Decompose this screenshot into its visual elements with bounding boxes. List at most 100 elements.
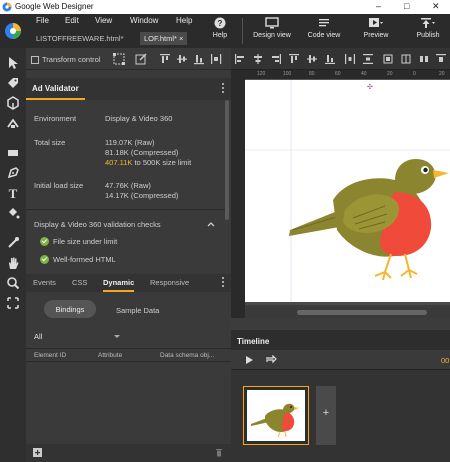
ruler-tick: 0 (413, 71, 416, 77)
check-pass-icon (40, 255, 49, 264)
validation-checks-title: Display & Video 360 validation checks (34, 220, 161, 229)
loop-icon[interactable] (263, 355, 277, 365)
timeline-time: 00 (441, 356, 450, 365)
initial-load-raw: 47.76K (Raw) (105, 181, 151, 190)
align-bottom-icon[interactable] (193, 53, 205, 65)
fill-bucket-icon[interactable] (6, 206, 20, 220)
translate-tool-icon[interactable] (6, 116, 20, 130)
zoom-tool-icon[interactable] (6, 276, 20, 290)
ad-validator-tab[interactable]: Ad Validator (26, 78, 85, 100)
check-file-size: File size under limit (53, 237, 118, 246)
align-center-icon[interactable] (253, 54, 263, 64)
code-view-label: Code view (307, 32, 341, 39)
transform-box-icon[interactable] (112, 52, 126, 66)
distribute-icon[interactable] (210, 53, 222, 65)
rectangle-tool-icon[interactable] (6, 146, 20, 160)
panel-scrollbar[interactable] (225, 100, 229, 220)
robin-image[interactable]: ✣ (245, 80, 450, 302)
eyedropper-icon[interactable] (6, 236, 20, 250)
ruler-tick: 40 (361, 71, 367, 77)
tab-events[interactable]: Events (33, 278, 56, 287)
pen-tool-icon[interactable] (6, 166, 20, 180)
chevron-up-icon[interactable] (207, 221, 215, 227)
align-bottom-icon[interactable] (325, 54, 335, 64)
distribute-horizontal-icon[interactable] (345, 54, 355, 64)
doc-tab-listoffreeware[interactable]: LISTOFFREEWARE.html* (32, 32, 128, 45)
chevron-down-icon[interactable] (114, 335, 120, 338)
tab-css[interactable]: CSS (72, 278, 87, 287)
align-top-icon[interactable] (289, 54, 299, 64)
help-icon: ? (214, 17, 226, 29)
selection-arrow-icon[interactable] (6, 56, 20, 70)
equal-size-icon[interactable] (419, 54, 429, 64)
gwd-logo-icon (2, 2, 12, 12)
distribute-vertical-icon[interactable] (363, 54, 373, 64)
transform-control-checkbox[interactable] (31, 56, 39, 64)
column-data-schema: Data schema obj... (160, 352, 215, 359)
align-top-icon[interactable] (159, 53, 171, 65)
edit-path-icon[interactable] (134, 52, 148, 66)
bindings-button[interactable]: Bindings (44, 300, 96, 318)
close-tab-icon[interactable]: × (177, 34, 183, 43)
svg-text:?: ? (218, 19, 223, 28)
menu-view[interactable]: View (95, 16, 112, 25)
app-header: File Edit View Window Help LISTOFFREEWAR… (0, 14, 450, 48)
3d-rotation-icon[interactable] (6, 96, 20, 110)
sample-data-tab[interactable]: Sample Data (116, 306, 159, 315)
svg-text:✣: ✣ (367, 83, 373, 91)
size-limit-value: 407.11K (105, 158, 133, 167)
tag-tool-icon[interactable] (6, 76, 20, 90)
design-view-button[interactable]: Design view (250, 17, 294, 39)
timeline-controls: 00 (231, 350, 450, 370)
scrollbar-thumb[interactable] (297, 310, 427, 315)
stage-canvas[interactable]: ✣ (245, 80, 450, 302)
page-thumbnail[interactable] (243, 386, 309, 445)
tab-responsive[interactable]: Responsive (150, 278, 189, 287)
menu-file[interactable]: File (36, 16, 49, 25)
play-icon[interactable] (245, 355, 254, 365)
trash-icon[interactable] (215, 447, 223, 457)
column-attribute: Attribute (98, 352, 123, 359)
thumbnail-canvas (247, 390, 305, 441)
align-left-icon[interactable] (235, 54, 245, 64)
check-pass-icon (40, 237, 49, 246)
crop-tool-icon[interactable] (6, 296, 20, 310)
minimize-button[interactable]: – (376, 1, 381, 11)
tab-dynamic[interactable]: Dynamic (103, 278, 135, 292)
align-to-stage-icon[interactable] (401, 54, 411, 64)
add-binding-icon[interactable] (33, 448, 42, 457)
text-tool-icon[interactable]: T (6, 186, 20, 200)
horizontal-scrollbar[interactable] (245, 308, 450, 318)
size-to-fit-icon[interactable] (383, 54, 393, 64)
help-button[interactable]: ? Help (206, 17, 234, 39)
stage-toolbar (231, 48, 450, 70)
align-middle-icon[interactable] (176, 53, 188, 65)
filter-select[interactable]: All (34, 332, 42, 341)
panel-footer (26, 444, 231, 462)
menu-help[interactable]: Help (176, 16, 192, 25)
panel-menu-icon[interactable] (222, 277, 225, 288)
timeline-panel: Timeline 00 + (231, 330, 450, 462)
horizontal-ruler: 120 100 80 60 40 20 0 20 (245, 70, 450, 80)
menu-window[interactable]: Window (130, 16, 158, 25)
panel-menu-icon[interactable] (222, 83, 225, 94)
code-view-button[interactable]: Code view (303, 17, 345, 39)
more-align-icon[interactable] (436, 54, 446, 64)
publish-icon (421, 18, 435, 28)
hand-tool-icon[interactable] (6, 256, 20, 270)
bottom-tabbar: Events CSS Dynamic Responsive (26, 274, 231, 292)
add-page-button[interactable]: + (316, 386, 336, 445)
preview-button[interactable]: Preview (356, 17, 396, 39)
close-button[interactable]: ✕ (432, 1, 440, 12)
align-right-icon[interactable] (271, 54, 281, 64)
total-size-label: Total size (34, 138, 66, 147)
ruler-tick: 80 (309, 71, 315, 77)
menu-edit[interactable]: Edit (65, 16, 79, 25)
doc-tab-lof[interactable]: LOF.html* × (140, 32, 188, 45)
transform-toolbar: Transform control (26, 48, 231, 70)
align-middle-icon[interactable] (307, 54, 317, 64)
bindings-table-header: Element ID Attribute Data schema obj... (26, 348, 231, 362)
ruler-tick: 120 (257, 71, 266, 77)
publish-button[interactable]: Publish (410, 17, 446, 39)
maximize-button[interactable]: □ (404, 1, 409, 11)
